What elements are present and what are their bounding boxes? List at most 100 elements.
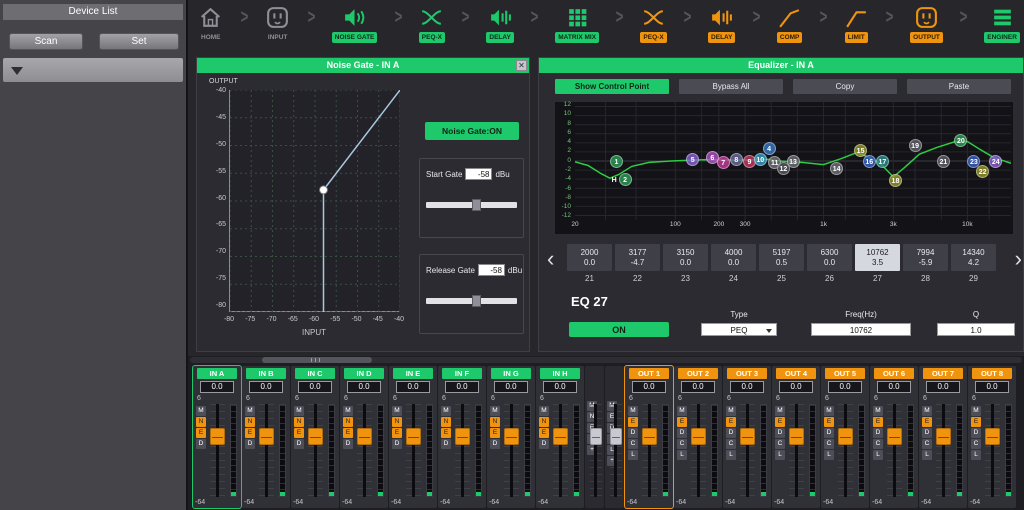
mute-button[interactable]: M: [922, 406, 932, 416]
mute-button[interactable]: M: [490, 406, 500, 416]
channel-label[interactable]: IN A: [197, 368, 237, 379]
fader-track[interactable]: [746, 404, 749, 497]
release-gate-slider[interactable]: [426, 298, 517, 304]
eq-control-point-17[interactable]: 17: [876, 155, 889, 168]
eq-button[interactable]: E: [343, 428, 353, 438]
channel-label[interactable]: IN G: [491, 368, 531, 379]
noisegate-button[interactable]: N: [294, 417, 304, 427]
delay-button[interactable]: D: [539, 439, 549, 449]
delay-button[interactable]: D: [775, 428, 785, 438]
fader[interactable]: [985, 404, 1000, 497]
toolbar-module-home[interactable]: HOME: [198, 5, 224, 43]
fader-track[interactable]: [614, 404, 617, 497]
delay-button[interactable]: D: [392, 439, 402, 449]
comp-button[interactable]: C: [677, 439, 687, 449]
noisegate-button[interactable]: N: [196, 417, 206, 427]
fader[interactable]: [504, 404, 519, 497]
fader-handle[interactable]: [357, 428, 372, 445]
mute-button[interactable]: M: [824, 406, 834, 416]
delay-button[interactable]: D: [343, 439, 353, 449]
eq-button[interactable]: E: [490, 428, 500, 438]
noisegate-button[interactable]: N: [245, 417, 255, 427]
fader[interactable]: [789, 404, 804, 497]
eq-control-point-2[interactable]: 2H: [619, 173, 632, 186]
fader-handle[interactable]: [838, 428, 853, 445]
eq-button[interactable]: E: [539, 428, 549, 438]
mute-button[interactable]: M: [539, 406, 549, 416]
toolbar-module-enginer[interactable]: ENGINER: [984, 5, 1020, 43]
mute-button[interactable]: M: [726, 406, 736, 416]
toolbar-module-limit[interactable]: LIMIT: [844, 5, 869, 43]
fader-track[interactable]: [510, 404, 513, 497]
channel-gain-value[interactable]: 0.0: [975, 381, 1009, 393]
channel-gain-value[interactable]: 0.0: [445, 381, 479, 393]
fader-track[interactable]: [461, 404, 464, 497]
mute-button[interactable]: M: [294, 406, 304, 416]
channel-label[interactable]: OUT 7: [923, 368, 963, 379]
eq-band-cell-27[interactable]: 107623.5: [855, 244, 900, 271]
mute-button[interactable]: M: [196, 406, 206, 416]
scan-button[interactable]: Scan: [9, 33, 83, 50]
fader-track[interactable]: [314, 404, 317, 497]
eq-control-point-21[interactable]: 21: [937, 155, 950, 168]
start-gate-value[interactable]: -58: [465, 168, 492, 180]
eq-band-cell-29[interactable]: 143404.2: [951, 244, 996, 271]
noisegate-button[interactable]: N: [392, 417, 402, 427]
eq-button[interactable]: E: [294, 428, 304, 438]
start-gate-slider-handle[interactable]: [472, 199, 481, 211]
channel-gain-value[interactable]: 0.0: [632, 381, 666, 393]
eq-button[interactable]: E: [628, 417, 638, 427]
eq-control-point-16[interactable]: 16: [863, 155, 876, 168]
fader-handle[interactable]: [406, 428, 421, 445]
channel-label[interactable]: OUT 4: [776, 368, 816, 379]
fader[interactable]: [610, 404, 622, 497]
channel-label[interactable]: OUT 3: [727, 368, 767, 379]
fader[interactable]: [838, 404, 853, 497]
close-icon[interactable]: ✕: [516, 60, 527, 71]
delay-button[interactable]: D: [824, 428, 834, 438]
fader-handle[interactable]: [691, 428, 706, 445]
delay-button[interactable]: D: [677, 428, 687, 438]
comp-button[interactable]: C: [824, 439, 834, 449]
delay-button[interactable]: D: [245, 439, 255, 449]
mixer-scrollbar-handle[interactable]: [262, 357, 372, 363]
fader-handle[interactable]: [553, 428, 568, 445]
limit-button[interactable]: L: [628, 450, 638, 460]
channel-gain-value[interactable]: 0.0: [396, 381, 430, 393]
eq-control-point-20[interactable]: 20: [954, 134, 967, 147]
channel-label[interactable]: IN C: [295, 368, 335, 379]
fader-track[interactable]: [795, 404, 798, 497]
channel-gain-value[interactable]: 0.0: [249, 381, 283, 393]
fader-track[interactable]: [559, 404, 562, 497]
toolbar-module-peq-x[interactable]: PEQ-X: [640, 5, 666, 43]
eq-control-point-14[interactable]: 14: [830, 162, 843, 175]
delay-button[interactable]: D: [294, 439, 304, 449]
channel-gain-value[interactable]: 0.0: [200, 381, 234, 393]
release-gate-value[interactable]: -58: [478, 264, 505, 276]
eq-control-point-18[interactable]: 18: [889, 174, 902, 187]
eq-button[interactable]: E: [726, 417, 736, 427]
limit-button[interactable]: L: [726, 450, 736, 460]
channel-gain-value[interactable]: 0.0: [926, 381, 960, 393]
start-gate-slider[interactable]: [426, 202, 517, 208]
fader[interactable]: [455, 404, 470, 497]
limit-button[interactable]: L: [677, 450, 687, 460]
eq-band-cell-22[interactable]: 3177-4.7: [615, 244, 660, 271]
comp-button[interactable]: C: [726, 439, 736, 449]
toolbar-module-peq-x[interactable]: PEQ-X: [419, 5, 445, 43]
fader[interactable]: [553, 404, 568, 497]
limit-button[interactable]: L: [824, 450, 834, 460]
channel-gain-value[interactable]: 0.0: [730, 381, 764, 393]
toolbar-module-input[interactable]: INPUT: [265, 5, 291, 43]
eq-control-point-13[interactable]: 13: [787, 155, 800, 168]
comp-button[interactable]: C: [775, 439, 785, 449]
delay-button[interactable]: D: [628, 428, 638, 438]
fader[interactable]: [642, 404, 657, 497]
limit-button[interactable]: L: [971, 450, 981, 460]
fader-track[interactable]: [697, 404, 700, 497]
delay-button[interactable]: D: [441, 439, 451, 449]
comp-button[interactable]: C: [971, 439, 981, 449]
delay-button[interactable]: D: [873, 428, 883, 438]
eq-button[interactable]: E: [824, 417, 834, 427]
eq-button[interactable]: E: [873, 417, 883, 427]
